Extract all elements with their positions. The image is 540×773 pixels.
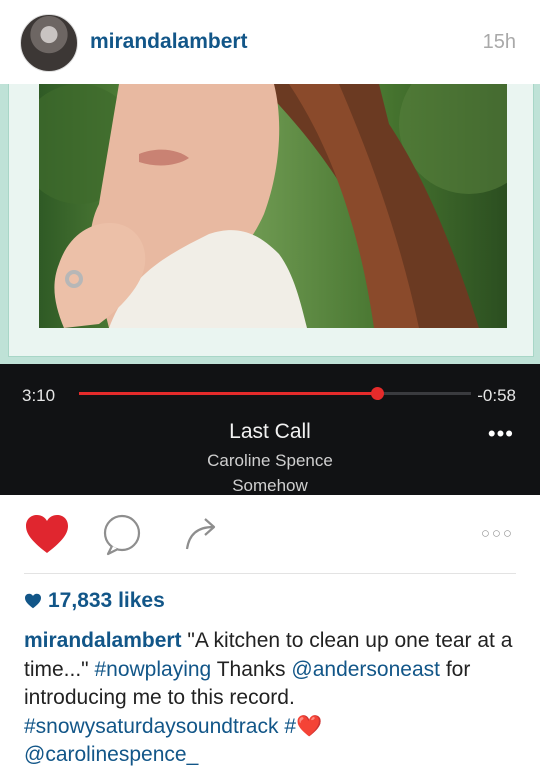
song-artist[interactable]: Caroline Spence [0, 451, 540, 471]
likes-count[interactable]: 17,833 likes [24, 589, 165, 613]
post-username[interactable]: mirandalambert [90, 30, 248, 54]
progress-fill [79, 392, 377, 395]
post-timestamp: 15h [482, 31, 516, 53]
song-album[interactable]: Somehow [0, 476, 540, 496]
likes-text: 17,833 likes [48, 589, 165, 612]
remaining-time: -0:58 [477, 386, 516, 405]
like-button[interactable] [24, 513, 70, 560]
elapsed-time: 3:10 [22, 386, 56, 405]
hashtag-nowplaying[interactable]: #nowplaying [94, 658, 211, 681]
caption-text[interactable]: # [278, 715, 296, 738]
post-caption: mirandalambert "A kitchen to clean up on… [24, 627, 524, 770]
song-title: Last Call [229, 420, 311, 443]
album-photo [39, 84, 507, 328]
post-media[interactable] [0, 84, 540, 364]
caption-username[interactable]: mirandalambert [24, 629, 182, 652]
mention-andersoneast[interactable]: @andersoneast [291, 658, 440, 681]
progress-thumb[interactable] [370, 387, 384, 400]
caption-text: Thanks [211, 657, 292, 681]
music-player: 3:10 -0:58 Last Call Caroline Spence Som… [0, 364, 540, 495]
share-arrow-icon [185, 518, 216, 550]
small-heart-icon [25, 593, 41, 609]
album-frame [8, 84, 534, 357]
heart-icon [26, 515, 68, 553]
comment-icon [103, 514, 141, 556]
post-header: mirandalambert 15h [0, 0, 540, 84]
post-more-button[interactable]: ○○○ [481, 525, 514, 542]
player-more-button[interactable]: ••• [488, 421, 514, 447]
avatar[interactable] [20, 14, 78, 72]
progress-track[interactable] [79, 387, 471, 400]
comment-button[interactable] [101, 513, 145, 562]
heart-emoji-icon: ❤️ [296, 714, 323, 738]
hashtag-snowysaturdaysoundtrack[interactable]: #snowysaturdaysoundtrack [24, 715, 278, 738]
action-bar: ○○○ [0, 495, 540, 573]
share-button[interactable] [183, 513, 223, 558]
divider [24, 573, 516, 574]
mention-carolinespence[interactable]: @carolinespence_ [24, 743, 198, 766]
